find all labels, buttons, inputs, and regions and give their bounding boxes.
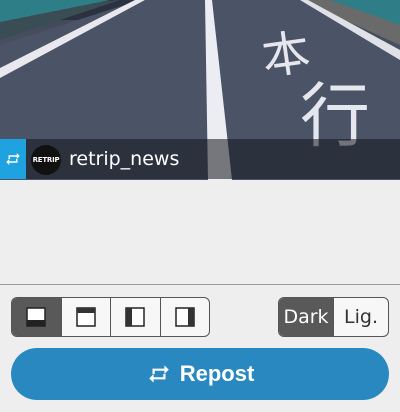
repost-icon [6, 153, 20, 165]
repost-button-icon [148, 365, 169, 383]
layout-right-icon [175, 307, 195, 327]
layout-right-button[interactable] [161, 298, 210, 336]
theme-selector: Dark Lig. [278, 297, 389, 337]
layout-selector [11, 297, 210, 337]
username[interactable]: retrip_news [69, 148, 179, 170]
layout-bottom-button[interactable] [12, 298, 62, 336]
theme-dark-button[interactable]: Dark [279, 298, 333, 336]
layout-left-icon [125, 307, 145, 327]
repost-button-label: Repost [179, 361, 255, 386]
divider [0, 284, 400, 285]
theme-light-button[interactable]: Lig. [333, 298, 388, 336]
repost-button[interactable]: Repost [11, 348, 389, 400]
repost-badge [0, 139, 26, 179]
layout-bottom-icon [26, 307, 46, 327]
layout-top-icon [76, 307, 96, 327]
avatar[interactable]: RETRIP [31, 145, 61, 175]
layout-top-button[interactable] [62, 298, 111, 336]
avatar-text: RETRIP [32, 156, 60, 164]
layout-left-button[interactable] [111, 298, 161, 336]
